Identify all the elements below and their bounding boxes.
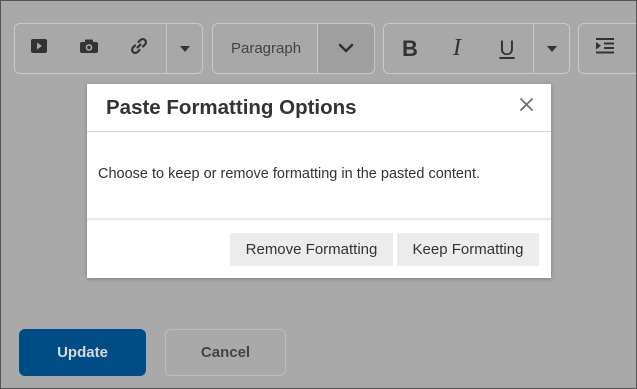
dialog-footer-divider <box>87 218 551 221</box>
insert-video-button[interactable] <box>17 24 61 73</box>
underline-button[interactable]: U <box>487 24 527 73</box>
italic-button[interactable]: I <box>437 24 477 73</box>
chevron-down-icon <box>338 40 354 58</box>
text-format-more-button[interactable] <box>534 24 569 73</box>
dialog-header: Paste Formatting Options <box>87 84 551 132</box>
dialog-close-button[interactable] <box>515 96 537 118</box>
text-format-toolbar-group: B I U <box>383 23 570 74</box>
block-format-value: Paragraph <box>231 40 302 57</box>
keep-formatting-button[interactable]: Keep Formatting <box>397 233 539 266</box>
remove-formatting-button[interactable]: Remove Formatting <box>230 233 393 266</box>
insert-toolbar-group <box>14 23 203 74</box>
block-format-toggle[interactable] <box>317 24 374 73</box>
indent-toolbar-group <box>578 23 637 74</box>
paste-formatting-dialog: Paste Formatting Options Choose to keep … <box>87 84 551 278</box>
bold-button[interactable]: B <box>390 24 430 73</box>
indent-icon <box>596 38 614 59</box>
indent-button[interactable] <box>583 24 627 73</box>
link-icon <box>129 36 149 61</box>
dialog-message: Choose to keep or remove formatting in t… <box>98 166 481 182</box>
update-button[interactable]: Update <box>19 329 146 376</box>
more-caret-icon <box>546 45 557 52</box>
insert-link-button[interactable] <box>117 24 161 73</box>
bold-icon: B <box>402 35 418 61</box>
underline-icon: U <box>499 36 515 60</box>
cancel-button[interactable]: Cancel <box>165 329 286 376</box>
dialog-title: Paste Formatting Options <box>106 96 357 119</box>
more-caret-icon <box>179 45 190 52</box>
video-icon <box>31 39 47 58</box>
close-icon <box>519 98 533 116</box>
insert-image-button[interactable] <box>67 24 111 73</box>
italic-icon: I <box>453 35 461 61</box>
camera-icon <box>80 39 98 58</box>
block-format-select[interactable]: Paragraph <box>212 23 375 74</box>
insert-more-button[interactable] <box>167 24 202 73</box>
